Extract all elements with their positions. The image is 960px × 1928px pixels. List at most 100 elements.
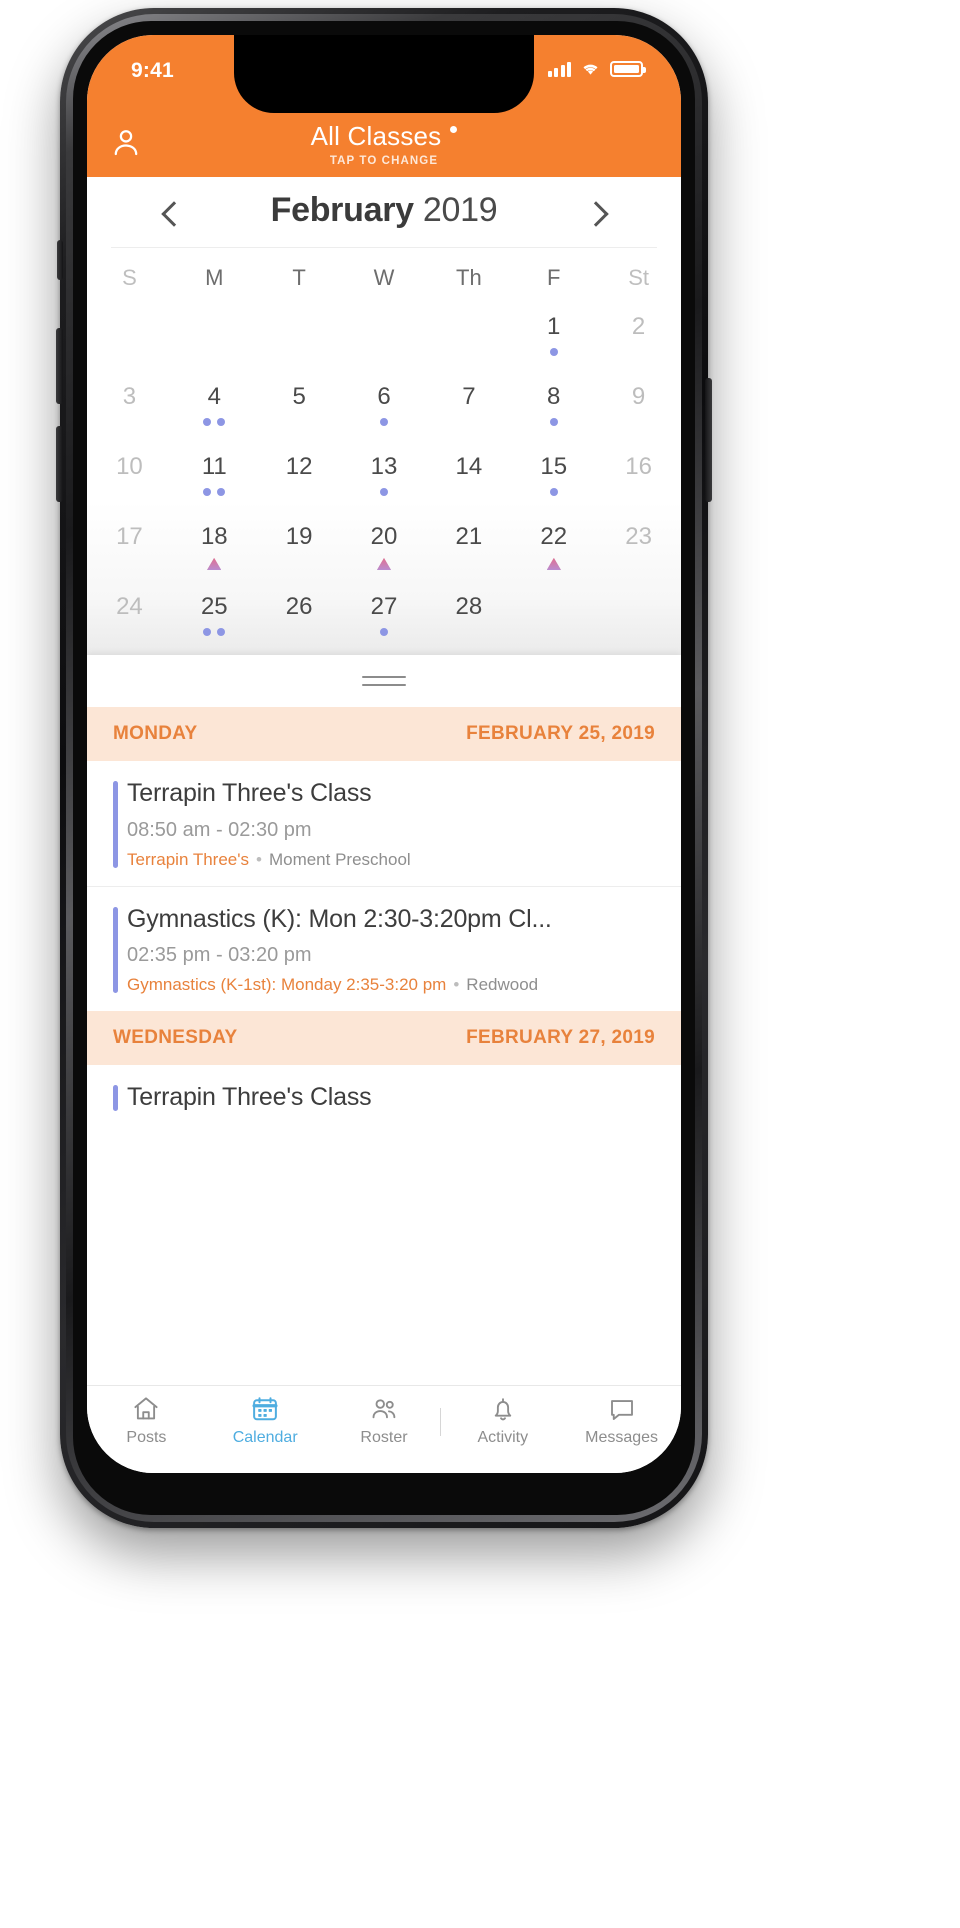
agenda-date: FEBRUARY 27, 2019	[466, 1027, 655, 1048]
event-dot-icon	[217, 488, 226, 496]
calendar-day-cell[interactable]: 9	[596, 377, 681, 447]
event-dot-icon	[380, 628, 388, 636]
calendar-day-cell[interactable]: 18	[172, 517, 257, 587]
agenda-event-item[interactable]: Terrapin Three's Class	[87, 1065, 681, 1129]
day-markers	[380, 488, 388, 501]
class-selector-button[interactable]: All Classes	[87, 121, 681, 152]
tab-messages-label: Messages	[585, 1429, 659, 1446]
calendar-day-number: 19	[285, 523, 313, 550]
month-name: February	[270, 191, 414, 229]
tab-calendar[interactable]: Calendar	[206, 1394, 325, 1447]
calendar-week-row: 12	[87, 307, 681, 377]
tab-posts-label: Posts	[126, 1429, 167, 1446]
volume-down-button[interactable]	[56, 426, 63, 502]
calendar-day-number: 13	[370, 453, 398, 480]
calendar-day-cell[interactable]: 20	[342, 517, 427, 587]
event-meta: Gymnastics (K-1st): Monday 2:35-3:20 pm •…	[127, 975, 655, 995]
calendar-day-number: 22	[540, 523, 568, 550]
calendar-day-cell[interactable]: 3	[87, 377, 172, 447]
calendar-day-cell[interactable]: 24	[87, 587, 172, 657]
event-triangle-icon	[546, 558, 561, 570]
calendar-day-number: 2	[631, 313, 646, 340]
calendar-day-cell[interactable]: 10	[87, 447, 172, 517]
calendar-day-cell[interactable]: 8	[511, 377, 596, 447]
event-time: 08:50 am - 02:30 pm	[127, 818, 312, 841]
calendar-day-empty	[87, 307, 172, 377]
calendar-day-cell[interactable]: 22	[511, 517, 596, 587]
day-markers	[377, 558, 391, 571]
event-dot-icon	[203, 418, 212, 426]
calendar-day-cell[interactable]: 21	[426, 517, 511, 587]
calendar-weeks: 1 2 3 4 5 6 7 8 9 10 11 12 13 14 15 16 17 18 19 20 21 22 23 24 2…	[87, 307, 681, 657]
event-class-name: Terrapin Three's	[127, 849, 249, 869]
event-title: Terrapin Three's Class	[127, 779, 372, 807]
class-selector-hint: TAP TO CHANGE	[329, 155, 439, 167]
day-markers	[549, 488, 558, 501]
meta-separator: •	[453, 975, 460, 994]
day-markers	[203, 418, 226, 431]
day-markers	[549, 348, 558, 361]
event-dot-icon	[380, 488, 388, 496]
tab-messages[interactable]: Messages	[562, 1394, 681, 1447]
calendar-day-cell[interactable]: 19	[257, 517, 342, 587]
phone-screen: 9:41 All Classes TAP TO CHANGE February …	[87, 35, 681, 1473]
volume-up-button[interactable]	[56, 328, 63, 404]
day-markers	[549, 418, 558, 431]
calendar-day-number: 15	[540, 453, 568, 480]
calendar-day-cell[interactable]: 26	[257, 587, 342, 657]
power-button[interactable]	[705, 378, 712, 502]
calendar-day-number: 4	[207, 383, 221, 410]
meta-separator: •	[256, 849, 262, 869]
calendar-day-cell[interactable]: 4	[172, 377, 257, 447]
calendar-day-cell[interactable]: 15	[511, 447, 596, 517]
calendar-day-cell[interactable]: 23	[596, 517, 681, 587]
calendar-day-cell[interactable]: 12	[257, 447, 342, 517]
tab-posts[interactable]: Posts	[87, 1394, 206, 1447]
calendar-day-empty	[426, 307, 511, 377]
calendar-day-cell[interactable]: 14	[426, 447, 511, 517]
tab-roster[interactable]: Roster	[325, 1394, 444, 1447]
bell-icon	[494, 1398, 511, 1421]
calendar-day-cell[interactable]: 16	[596, 447, 681, 517]
calendar-day-cell[interactable]: 6	[342, 377, 427, 447]
event-meta: Terrapin Three's • Moment Preschool	[127, 850, 655, 870]
weekday-label: F	[547, 265, 561, 290]
agenda-event-item[interactable]: Gymnastics (K): Mon 2:30-3:20pm Cl... 02:…	[87, 885, 681, 1011]
agenda-event-item[interactable]: Terrapin Three's Class 08:50 am - 02:30 p…	[87, 761, 681, 886]
agenda-drag-handle[interactable]	[87, 655, 681, 707]
silent-switch[interactable]	[57, 240, 63, 280]
calendar-day-empty	[342, 307, 427, 377]
calendar-day-cell[interactable]: 17	[87, 517, 172, 587]
calendar-day-cell[interactable]: 13	[342, 447, 427, 517]
battery-icon	[610, 61, 646, 77]
calendar-day-cell[interactable]: 2	[596, 307, 681, 377]
event-dot-icon	[549, 418, 558, 426]
agenda-weekday: WEDNESDAY	[113, 1027, 238, 1048]
agenda-section-header: MONDAY FEBRUARY 25, 2019	[87, 707, 681, 761]
event-dot-icon	[203, 628, 212, 636]
calendar-day-cell[interactable]: 25	[172, 587, 257, 657]
calendar-day-cell[interactable]: 28	[426, 587, 511, 657]
weekday-label: M	[205, 265, 224, 290]
calendar-day-cell[interactable]: 7	[426, 377, 511, 447]
event-location: Moment Preschool	[268, 849, 411, 869]
header-divider	[111, 247, 657, 248]
calendar-week-row: 17 18 19 20 21 22 23	[87, 517, 681, 587]
calendar-day-empty	[511, 587, 596, 657]
calendar-day-number: 24	[116, 593, 143, 620]
calendar-day-number: 16	[625, 453, 652, 480]
calendar-day-cell[interactable]: 27	[342, 587, 427, 657]
event-dot-icon	[549, 348, 558, 356]
calendar-day-number: 11	[201, 453, 227, 480]
tab-activity[interactable]: Activity	[443, 1394, 562, 1447]
calendar-day-number: 7	[462, 383, 476, 410]
event-title: Gymnastics (K): Mon 2:30-3:20pm Cl...	[127, 904, 552, 933]
calendar-day-cell[interactable]: 11	[172, 447, 257, 517]
calendar-day-cell[interactable]: 1	[511, 307, 596, 377]
next-month-button[interactable]	[575, 195, 615, 235]
weekday-header-row: S M T W Th F St	[87, 249, 681, 307]
calendar-day-number: 12	[285, 453, 313, 480]
phone-frame: 9:41 All Classes TAP TO CHANGE February …	[56, 8, 712, 1528]
calendar-day-empty	[257, 307, 342, 377]
calendar-day-cell[interactable]: 5	[257, 377, 342, 447]
